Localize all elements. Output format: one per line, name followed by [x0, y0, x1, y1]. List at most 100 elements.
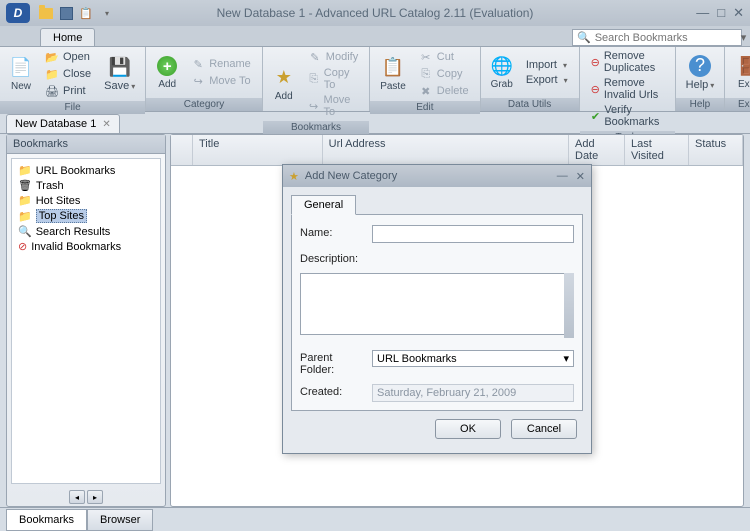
parent-folder-label: Parent Folder:: [300, 350, 368, 376]
ribbon-group-category: +Add ✎Rename ↪Move To Category: [146, 47, 263, 111]
close-file-button[interactable]: 📁Close: [42, 66, 94, 82]
remove-invalid-button[interactable]: ⊖Remove Invalid Urls: [588, 76, 667, 102]
maximize-button[interactable]: □: [717, 5, 725, 21]
window-title: New Database 1 - Advanced URL Catalog 2.…: [217, 6, 534, 20]
search-icon: 🔍: [577, 31, 591, 44]
dialog-titlebar[interactable]: ★ Add New Category — ✕: [283, 165, 591, 187]
dialog-tab-general[interactable]: General: [291, 195, 356, 215]
copy-to-icon: ⎘: [308, 72, 320, 86]
textarea-scrollbar[interactable]: [564, 273, 574, 338]
move-icon: ↪: [191, 74, 205, 88]
chevron-down-icon: ▾: [564, 76, 568, 85]
parent-folder-select[interactable]: URL Bookmarks ▾: [372, 350, 574, 367]
description-label: Description:: [300, 251, 368, 265]
help-icon: ?: [689, 55, 711, 77]
close-tab-button[interactable]: ✕: [102, 119, 110, 130]
search-results-icon: 🔍: [18, 225, 32, 238]
move-bookmark-button[interactable]: ↪Move To: [305, 93, 361, 119]
created-label: Created:: [300, 384, 368, 398]
folder-icon: 📁: [18, 164, 32, 177]
grid-header-icon[interactable]: [171, 135, 193, 165]
grab-button[interactable]: 🌐Grab: [485, 53, 519, 92]
rename-icon: ✎: [191, 57, 205, 71]
grid-header-last-visited[interactable]: Last Visited: [625, 135, 689, 165]
delete-icon: ✖: [419, 84, 433, 98]
description-textarea[interactable]: [300, 273, 574, 335]
ribbon-tab-home[interactable]: Home: [40, 28, 95, 46]
save-disk-icon: 💾: [109, 56, 131, 78]
globe-icon: 🌐: [491, 55, 513, 77]
bottom-tab-browser[interactable]: Browser: [87, 509, 153, 531]
ok-button[interactable]: OK: [435, 419, 501, 439]
import-button[interactable]: Import▾: [523, 58, 571, 72]
star-icon: ★: [289, 170, 299, 183]
remove-duplicates-button[interactable]: ⊖Remove Duplicates: [588, 49, 667, 75]
scroll-left-button[interactable]: ◂: [69, 490, 85, 504]
cut-icon: ✂: [419, 50, 433, 64]
grid-header-title[interactable]: Title: [193, 135, 323, 165]
delete-button[interactable]: ✖Delete: [416, 83, 472, 99]
verify-bookmarks-button[interactable]: ✔Verify Bookmarks: [588, 103, 667, 129]
printer-icon: 🖨: [45, 84, 59, 98]
new-button[interactable]: 📄New: [4, 55, 38, 94]
copy-button[interactable]: ⎘Copy: [416, 66, 472, 82]
search-input[interactable]: [595, 32, 737, 44]
bottom-tab-bookmarks[interactable]: Bookmarks: [6, 509, 87, 531]
remove-invalid-icon: ⊖: [591, 82, 600, 96]
tree-item-search-results[interactable]: 🔍Search Results: [16, 224, 156, 239]
qat-customize-button[interactable]: ▾: [97, 4, 115, 22]
print-button[interactable]: 🖨Print: [42, 83, 94, 99]
qat-save-button[interactable]: [57, 4, 75, 22]
rename-category-button[interactable]: ✎Rename: [188, 56, 254, 72]
ribbon: 📄New 📂Open 📁Close 🖨Print 💾Save▾ File +Ad…: [0, 46, 750, 112]
chevron-down-icon: ▾: [563, 352, 569, 365]
cancel-button[interactable]: Cancel: [511, 419, 577, 439]
dialog-general-panel: Name: Description: Parent Folder: URL Bo…: [291, 215, 583, 411]
sidebar-header: Bookmarks: [7, 135, 165, 154]
folder-tree[interactable]: 📁URL Bookmarks 🗑Trash 📁Hot Sites 📁Top Si…: [11, 158, 161, 484]
search-dropdown-button[interactable]: ▾: [741, 31, 747, 44]
tree-item-hot-sites[interactable]: 📁Hot Sites: [16, 193, 156, 208]
exit-icon: 🚪: [735, 55, 750, 77]
add-category-button[interactable]: +Add: [150, 53, 184, 92]
document-tab[interactable]: New Database 1 ✕: [6, 114, 120, 133]
dialog-close-button[interactable]: ✕: [576, 170, 585, 183]
exit-button[interactable]: 🚪Exit: [729, 53, 750, 92]
search-box[interactable]: 🔍 ▾: [572, 29, 742, 46]
folder-close-icon: 📁: [45, 67, 59, 81]
cut-button[interactable]: ✂Cut: [416, 49, 472, 65]
dialog-title: Add New Category: [305, 170, 397, 182]
dialog-minimize-button[interactable]: —: [557, 170, 568, 183]
help-button[interactable]: ?Help▾: [680, 53, 721, 93]
chevron-down-icon: ▾: [563, 61, 567, 70]
dialog-button-row: OK Cancel: [291, 411, 583, 445]
add-category-dialog: ★ Add New Category — ✕ General Name: Desc…: [282, 164, 592, 454]
folder-icon: 📁: [18, 194, 32, 207]
tree-item-invalid-bookmarks[interactable]: ⊘Invalid Bookmarks: [16, 239, 156, 254]
scroll-right-button[interactable]: ▸: [87, 490, 103, 504]
tree-item-top-sites[interactable]: 📁Top Sites: [16, 208, 156, 224]
name-input[interactable]: [372, 225, 574, 243]
ribbon-group-help: ?Help▾ Help: [676, 47, 726, 111]
export-button[interactable]: Export▾: [523, 73, 571, 87]
grid-header-add-date[interactable]: Add Date: [569, 135, 625, 165]
copy-bookmark-button[interactable]: ⎘Copy To: [305, 66, 361, 92]
ribbon-group-data-utils: 🌐Grab Import▾ Export▾ Data Utils: [481, 47, 580, 111]
paste-button[interactable]: 📋Paste: [374, 55, 412, 94]
grid-header: Title Url Address Add Date Last Visited …: [171, 135, 743, 166]
modify-bookmark-button[interactable]: ✎Modify: [305, 49, 361, 65]
grid-header-url[interactable]: Url Address: [323, 135, 569, 165]
tree-item-url-bookmarks[interactable]: 📁URL Bookmarks: [16, 163, 156, 178]
tree-item-trash[interactable]: 🗑Trash: [16, 178, 156, 193]
save-button[interactable]: 💾Save▾: [98, 54, 141, 94]
add-bookmark-button[interactable]: ★Add: [267, 65, 301, 104]
move-category-button[interactable]: ↪Move To: [188, 73, 254, 89]
folder-icon: 📁: [18, 210, 32, 223]
open-button[interactable]: 📂Open: [42, 49, 94, 65]
close-button[interactable]: ✕: [733, 5, 744, 21]
minimize-button[interactable]: —: [696, 5, 709, 21]
qat-paste-button[interactable]: 📋: [77, 4, 95, 22]
grid-header-status[interactable]: Status: [689, 135, 743, 165]
qat-open-button[interactable]: [37, 4, 55, 22]
ribbon-group-tools: ⊖Remove Duplicates ⊖Remove Invalid Urls …: [580, 47, 676, 111]
